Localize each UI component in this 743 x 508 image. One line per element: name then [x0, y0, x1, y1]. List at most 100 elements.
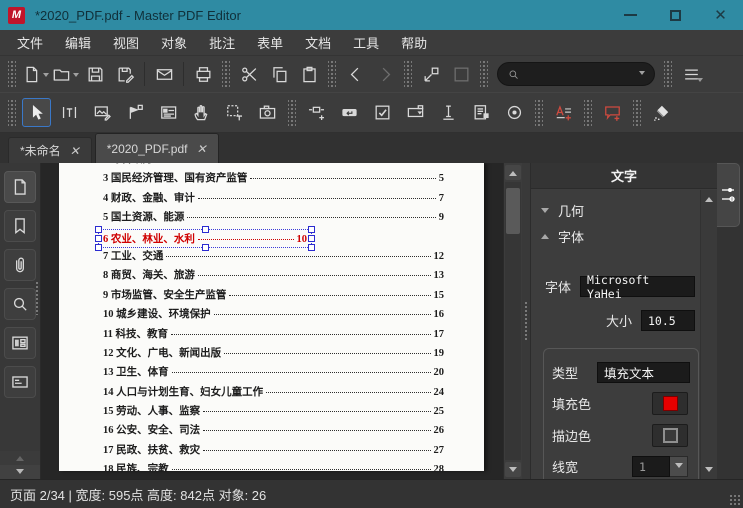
signature-field-button[interactable] [434, 98, 463, 127]
selection-handle-tm[interactable] [201, 225, 209, 233]
selected-text-object[interactable]: 6 农业、林业、水利 10 [95, 225, 315, 251]
new-document-button[interactable] [20, 60, 50, 88]
combo-box-button[interactable] [401, 98, 430, 127]
check-box-button[interactable] [368, 98, 397, 127]
toolbar-grip[interactable] [8, 99, 16, 126]
selection-handle-ml[interactable] [95, 234, 102, 242]
menu-item-3[interactable]: 对象 [150, 30, 198, 55]
forward-button[interactable] [370, 60, 400, 88]
toolbar-grip[interactable] [328, 61, 336, 87]
cut-button[interactable] [234, 60, 264, 88]
scroll-up-button[interactable] [505, 165, 521, 180]
menu-item-7[interactable]: 工具 [342, 30, 390, 55]
toolbar-grip[interactable] [404, 61, 412, 87]
font-name-input[interactable]: Microsoft YaHei [580, 273, 695, 301]
object-properties-tab[interactable] [717, 163, 740, 227]
edit-select-button[interactable] [22, 98, 51, 127]
selection-handle-br[interactable] [308, 243, 315, 251]
toolbar-grip[interactable] [535, 99, 543, 126]
close-button[interactable]: ✕ [698, 0, 743, 30]
sidebar-scroll-down-button[interactable] [0, 465, 40, 479]
toolbar-grip[interactable] [633, 99, 641, 126]
callout-annotation-button[interactable] [598, 98, 627, 127]
menu-item-8[interactable]: 帮助 [390, 30, 438, 55]
edit-text-button[interactable] [55, 98, 84, 127]
panel-splitter[interactable] [522, 163, 530, 479]
fill-color-button[interactable] [652, 392, 688, 415]
sidebar-scroll-up-button[interactable] [0, 451, 40, 465]
selection-handle-mr[interactable] [308, 234, 315, 242]
sidebar-bookmarks-button[interactable] [4, 210, 36, 242]
line-width-dropdown-button[interactable] [670, 456, 688, 477]
sidebar-splitter-grip[interactable] [35, 281, 39, 315]
document-scrollbar[interactable] [503, 163, 522, 479]
menu-item-5[interactable]: 表单 [246, 30, 294, 55]
minimize-button[interactable] [608, 0, 653, 30]
type-select[interactable]: 填充文本 [597, 362, 690, 383]
scrollbar-track[interactable] [505, 182, 521, 460]
selection-handle-tl[interactable] [95, 225, 102, 233]
toolbar-grip[interactable] [664, 61, 672, 87]
list-box-button[interactable] [467, 98, 496, 127]
toolbar-grip[interactable] [480, 61, 488, 87]
add-link-button[interactable] [302, 98, 331, 127]
add-text-button[interactable] [549, 98, 578, 127]
search-box[interactable] [497, 62, 655, 86]
fit-page-button[interactable] [416, 60, 446, 88]
scroll-down-button[interactable] [505, 462, 521, 477]
highlighter-button[interactable] [647, 98, 676, 127]
section-geometry[interactable]: 几何 [541, 197, 695, 223]
print-button[interactable] [188, 60, 218, 88]
sidebar-signatures-button[interactable] [4, 366, 36, 398]
selection-handle-bl[interactable] [95, 243, 102, 251]
selection-handle-bm[interactable] [201, 243, 209, 251]
edit-image-button[interactable] [88, 98, 117, 127]
toc-row-selected[interactable]: 6 农业、林业、水利 10 [95, 225, 444, 251]
save-as-button[interactable] [110, 60, 140, 88]
document-viewport[interactable]: 2 综合政务 3 3 国民经济管理、国有资产监管 5 4 财政、金融、审计 7 5 国土资源… [41, 163, 503, 479]
back-button[interactable] [340, 60, 370, 88]
select-text-area-button[interactable] [220, 98, 249, 127]
pdf-page[interactable]: 2 综合政务 3 3 国民经济管理、国有资产监管 5 4 财政、金融、审计 7 5 国土资源… [59, 163, 484, 471]
main-menu-button[interactable] [676, 60, 706, 88]
toolbar-grip[interactable] [8, 61, 16, 87]
window-resize-grip[interactable] [729, 494, 740, 505]
menu-item-6[interactable]: 文档 [294, 30, 342, 55]
menu-item-1[interactable]: 编辑 [54, 30, 102, 55]
menu-item-0[interactable]: 文件 [6, 30, 54, 55]
toolbar-grip[interactable] [222, 61, 230, 87]
edit-path-button[interactable] [121, 98, 150, 127]
maximize-button[interactable] [653, 0, 698, 30]
sidebar-form-fields-button[interactable] [4, 327, 36, 359]
radio-button-button[interactable] [500, 98, 529, 127]
scrollbar-thumb[interactable] [506, 188, 520, 234]
menu-item-4[interactable]: 批注 [198, 30, 246, 55]
sidebar-page-thumbnails-button[interactable] [4, 171, 36, 203]
hand-tool-button[interactable] [187, 98, 216, 127]
panel-scrollbar[interactable] [700, 190, 717, 479]
menu-item-2[interactable]: 视图 [102, 30, 150, 55]
edit-forms-button[interactable] [154, 98, 183, 127]
tab-close-icon[interactable]: ✕ [70, 145, 80, 157]
open-file-button[interactable] [50, 60, 80, 88]
fit-width-button[interactable] [446, 60, 476, 88]
tab-close-icon[interactable]: ✕ [196, 143, 206, 155]
toolbar-grip[interactable] [584, 99, 592, 126]
toolbar-grip[interactable] [288, 99, 296, 126]
save-button[interactable] [80, 60, 110, 88]
document-tab-1[interactable]: *2020_PDF.pdf ✕ [94, 133, 219, 163]
push-button-button[interactable] [335, 98, 364, 127]
copy-button[interactable] [264, 60, 294, 88]
line-width-input[interactable]: 1 [632, 456, 670, 477]
sidebar-search-button[interactable] [4, 288, 36, 320]
search-input[interactable] [524, 66, 633, 82]
selection-handle-tr[interactable] [308, 225, 315, 233]
font-size-input[interactable]: 10.5 [641, 310, 695, 331]
sidebar-attachments-button[interactable] [4, 249, 36, 281]
send-email-button[interactable] [149, 60, 179, 88]
paste-button[interactable] [294, 60, 324, 88]
stroke-color-button[interactable] [652, 424, 688, 447]
section-font[interactable]: 字体 [541, 223, 695, 249]
snapshot-button[interactable] [253, 98, 282, 127]
document-tab-0[interactable]: *未命名 ✕ [8, 137, 92, 163]
